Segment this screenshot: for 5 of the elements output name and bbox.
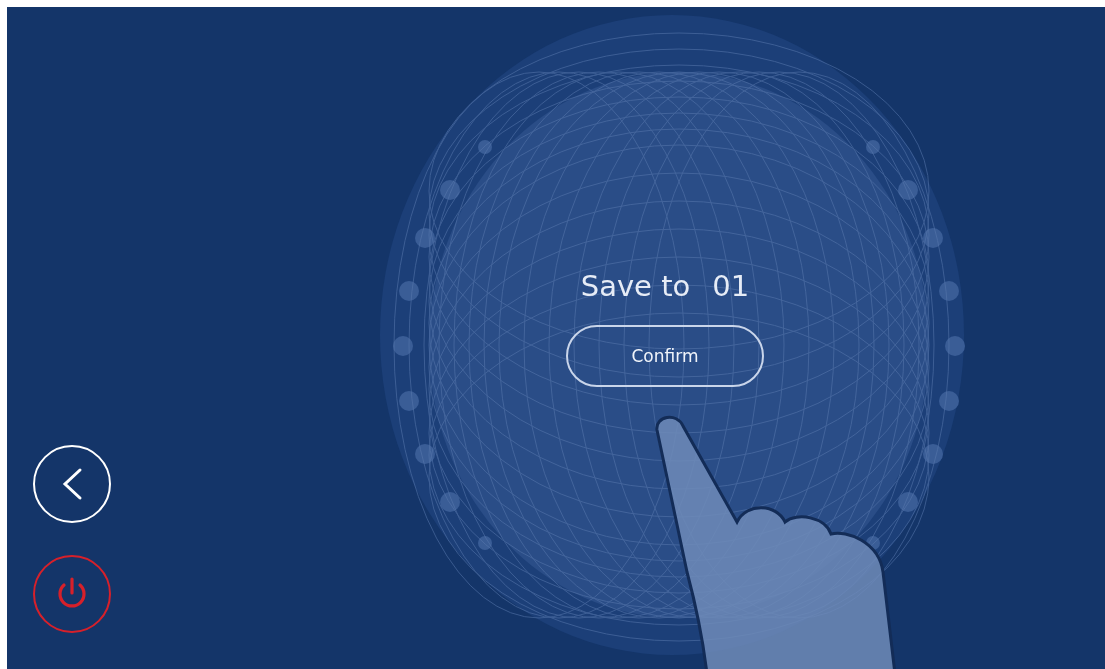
confirm-button[interactable]: Confirm bbox=[566, 325, 764, 387]
save-label: Save to bbox=[580, 269, 691, 303]
back-button[interactable] bbox=[33, 445, 111, 523]
slot-number: 01 bbox=[712, 269, 750, 303]
chevron-left-icon bbox=[60, 467, 84, 501]
